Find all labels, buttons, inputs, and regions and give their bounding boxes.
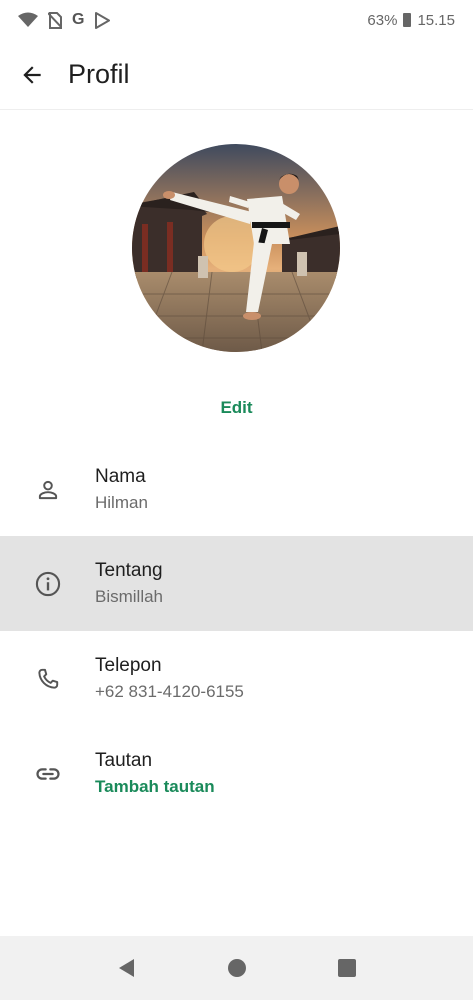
row-about-label: Tentang <box>95 560 163 581</box>
nav-recents-icon[interactable] <box>336 957 358 979</box>
back-button[interactable] <box>12 55 52 95</box>
google-icon: G <box>72 11 85 28</box>
row-name-label: Nama <box>95 466 146 487</box>
row-about[interactable]: Tentang Bismillah <box>0 536 473 631</box>
row-phone[interactable]: Telepon +62 831-4120-6155 <box>0 631 473 726</box>
page-title: Profil <box>68 59 130 89</box>
edit-photo-link[interactable]: Edit <box>0 398 473 418</box>
status-icons-right: 63% 15.15 <box>367 12 455 29</box>
row-links-label: Tautan <box>95 750 153 771</box>
row-links[interactable]: Tautan Tambah tautan <box>0 726 473 821</box>
system-nav-bar <box>0 936 473 1000</box>
top-app-bar: Profil <box>0 40 473 110</box>
play-store-icon <box>95 11 111 29</box>
profile-photo-image <box>132 144 340 352</box>
wifi-icon <box>18 12 38 27</box>
phone-icon <box>37 668 58 689</box>
row-about-value: Bismillah <box>95 587 164 606</box>
no-sim-icon <box>48 11 62 29</box>
person-icon <box>38 480 57 499</box>
battery-icon <box>403 13 412 27</box>
link-icon <box>35 767 60 780</box>
row-name-value: Hilman <box>95 493 148 512</box>
status-icons-left: G <box>18 11 111 29</box>
info-icon <box>35 571 60 596</box>
clock: 15.15 <box>417 11 455 29</box>
add-link-button[interactable]: Tambah tautan <box>95 775 215 799</box>
row-phone-label: Telepon <box>95 655 162 676</box>
row-phone-value: +62 831-4120-6155 <box>95 682 244 701</box>
arrow-back-icon <box>23 65 41 84</box>
nav-back-icon[interactable] <box>116 957 138 979</box>
battery-percent: 63% <box>367 11 398 29</box>
status-bar: G 63% 15.15 <box>0 0 473 40</box>
profile-photo[interactable] <box>132 144 340 352</box>
nav-home-icon[interactable] <box>226 957 248 979</box>
row-name[interactable]: Nama Hilman <box>0 442 473 537</box>
